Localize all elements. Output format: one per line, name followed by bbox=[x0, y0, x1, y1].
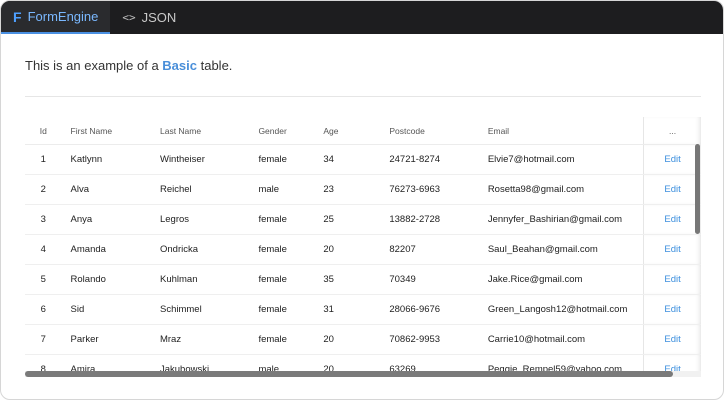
header-actions-menu[interactable]: ... bbox=[643, 117, 701, 145]
header-gender[interactable]: Gender bbox=[258, 117, 324, 145]
cell-first-name: Katlynn bbox=[61, 144, 160, 175]
cell-actions: Edit bbox=[643, 174, 701, 205]
cell-last-name: Kuhlman bbox=[159, 264, 259, 295]
edit-link[interactable]: Edit bbox=[664, 154, 680, 165]
cell-gender: female bbox=[258, 264, 324, 295]
intro-highlight: Basic bbox=[162, 58, 197, 73]
tab-formengine-label: FormEngine bbox=[27, 9, 99, 24]
table-row: 2 Alva Reichel male 23 76273-6963 Rosett… bbox=[25, 174, 701, 205]
cell-id: 5 bbox=[25, 264, 62, 295]
cell-first-name: Parker bbox=[61, 324, 160, 355]
intro-text: This is an example of a Basic table. bbox=[25, 58, 232, 73]
cell-actions: Edit bbox=[643, 324, 701, 355]
tab-json-label: JSON bbox=[141, 10, 177, 25]
intro-after: table. bbox=[197, 58, 233, 73]
cell-first-name: Sid bbox=[61, 294, 160, 325]
cell-postcode: 76273-6963 bbox=[389, 174, 488, 205]
cell-age: 34 bbox=[323, 144, 390, 175]
cell-email: Elvie7@hotmail.com bbox=[487, 144, 644, 175]
table-row: 4 Amanda Ondricka female 20 82207 Saul_B… bbox=[25, 234, 701, 265]
cell-email: Saul_Beahan@gmail.com bbox=[487, 234, 644, 265]
cell-gender: male bbox=[258, 174, 324, 205]
cell-gender: female bbox=[258, 144, 324, 175]
cell-gender: female bbox=[258, 234, 324, 265]
cell-email: Jake.Rice@gmail.com bbox=[487, 264, 644, 295]
table-row: 6 Sid Schimmel female 31 28066-9676 Gree… bbox=[25, 294, 701, 325]
cell-age: 35 bbox=[323, 264, 390, 295]
header-id[interactable]: Id bbox=[25, 117, 62, 145]
cell-last-name: Legros bbox=[159, 204, 259, 235]
tab-formengine[interactable]: F FormEngine bbox=[1, 1, 111, 34]
intro-before: This is an example of a bbox=[25, 58, 163, 73]
header-email[interactable]: Email bbox=[487, 117, 644, 145]
cell-gender: female bbox=[258, 204, 324, 235]
edit-link[interactable]: Edit bbox=[664, 274, 680, 285]
cell-last-name: Wintheiser bbox=[159, 144, 259, 175]
cell-first-name: Rolando bbox=[61, 264, 160, 295]
cell-postcode: 24721-8274 bbox=[389, 144, 488, 175]
edit-link[interactable]: Edit bbox=[664, 334, 680, 345]
cell-id: 3 bbox=[25, 204, 62, 235]
app-window: F FormEngine <> JSON This is an example … bbox=[0, 0, 724, 400]
cell-age: 31 bbox=[323, 294, 390, 325]
table-row: 3 Anya Legros female 25 13882-2728 Jenny… bbox=[25, 204, 701, 235]
cell-id: 6 bbox=[25, 294, 62, 325]
section-divider bbox=[25, 96, 701, 97]
cell-postcode: 70862-9953 bbox=[389, 324, 488, 355]
cell-last-name: Mraz bbox=[159, 324, 259, 355]
cell-id: 7 bbox=[25, 324, 62, 355]
edit-link[interactable]: Edit bbox=[664, 244, 680, 255]
cell-last-name: Reichel bbox=[159, 174, 259, 205]
cell-age: 25 bbox=[323, 204, 390, 235]
edit-link[interactable]: Edit bbox=[664, 214, 680, 225]
cell-actions: Edit bbox=[643, 264, 701, 295]
cell-first-name: Amanda bbox=[61, 234, 160, 265]
cell-actions: Edit bbox=[643, 144, 701, 175]
cell-first-name: Anya bbox=[61, 204, 160, 235]
header-postcode[interactable]: Postcode bbox=[389, 117, 488, 145]
cell-age: 20 bbox=[323, 234, 390, 265]
edit-link[interactable]: Edit bbox=[664, 304, 680, 315]
vertical-scrollbar[interactable] bbox=[695, 144, 700, 234]
cell-age: 20 bbox=[323, 324, 390, 355]
cell-postcode: 82207 bbox=[389, 234, 488, 265]
cell-actions: Edit bbox=[643, 234, 701, 265]
code-icon: <> bbox=[122, 11, 136, 24]
tab-json[interactable]: <> JSON bbox=[110, 1, 188, 34]
cell-email: Jennyfer_Bashirian@gmail.com bbox=[487, 204, 644, 235]
cell-gender: female bbox=[258, 324, 324, 355]
cell-id: 2 bbox=[25, 174, 62, 205]
table-row: 1 Katlynn Wintheiser female 34 24721-827… bbox=[25, 144, 701, 175]
cell-postcode: 70349 bbox=[389, 264, 488, 295]
header-last-name[interactable]: Last Name bbox=[159, 117, 259, 145]
edit-link[interactable]: Edit bbox=[664, 184, 680, 195]
cell-email: Green_Langosh12@hotmail.com bbox=[487, 294, 644, 325]
header-age[interactable]: Age bbox=[323, 117, 390, 145]
table-row: 5 Rolando Kuhlman female 35 70349 Jake.R… bbox=[25, 264, 701, 295]
cell-last-name: Ondricka bbox=[159, 234, 259, 265]
cell-id: 1 bbox=[25, 144, 62, 175]
table-row: 7 Parker Mraz female 20 70862-9953 Carri… bbox=[25, 324, 701, 355]
table-header-row: Id First Name Last Name Gender Age Postc… bbox=[25, 117, 701, 145]
cell-gender: female bbox=[258, 294, 324, 325]
basic-table: Id First Name Last Name Gender Age Postc… bbox=[25, 117, 701, 377]
cell-id: 4 bbox=[25, 234, 62, 265]
top-tab-bar: F FormEngine <> JSON bbox=[1, 1, 723, 34]
cell-actions: Edit bbox=[643, 294, 701, 325]
cell-postcode: 13882-2728 bbox=[389, 204, 488, 235]
basic-table-container: Id First Name Last Name Gender Age Postc… bbox=[25, 117, 701, 377]
cell-age: 23 bbox=[323, 174, 390, 205]
cell-postcode: 28066-9676 bbox=[389, 294, 488, 325]
cell-email: Carrie10@hotmail.com bbox=[487, 324, 644, 355]
cell-first-name: Alva bbox=[61, 174, 160, 205]
cell-email: Rosetta98@gmail.com bbox=[487, 174, 644, 205]
cell-actions: Edit bbox=[643, 204, 701, 235]
formengine-logo-icon: F bbox=[13, 8, 22, 25]
horizontal-scrollbar[interactable] bbox=[25, 371, 673, 377]
header-first-name[interactable]: First Name bbox=[61, 117, 160, 145]
cell-last-name: Schimmel bbox=[159, 294, 259, 325]
